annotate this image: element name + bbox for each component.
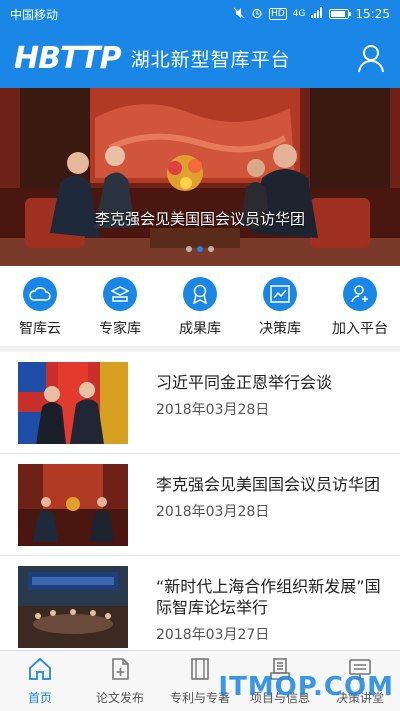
user-icon[interactable] bbox=[356, 43, 386, 73]
banner-carousel[interactable]: 李克强会见美国国会议员访华团 bbox=[0, 88, 400, 266]
quick-nav-think-tank-cloud[interactable]: 智库云 bbox=[0, 266, 80, 346]
network-type: 4G bbox=[292, 9, 306, 19]
signal-icon bbox=[311, 7, 323, 21]
carousel-dot-active[interactable] bbox=[197, 246, 203, 252]
document-add-icon bbox=[107, 657, 133, 685]
quick-nav-label: 加入平台 bbox=[332, 321, 388, 337]
app-title: 湖北新型智库平台 bbox=[130, 48, 291, 71]
tab-decision-lectures[interactable]: 决策讲堂 bbox=[320, 651, 400, 711]
cloud-icon bbox=[23, 277, 57, 311]
quick-nav-label: 成果库 bbox=[179, 321, 221, 337]
status-icons: HD 4G 15:25 bbox=[233, 7, 390, 22]
app-logo: HBTTP bbox=[14, 40, 122, 76]
add-user-icon bbox=[343, 277, 377, 311]
quick-nav-label: 专家库 bbox=[99, 321, 141, 337]
clock: 15:25 bbox=[355, 7, 390, 21]
expert-icon bbox=[103, 277, 137, 311]
news-item[interactable]: 习近平同金正恩举行会谈 2018年03月28日 bbox=[0, 352, 400, 454]
carrier-label: 中国移动 bbox=[10, 7, 59, 22]
news-item[interactable]: 李克强会见美国国会议员访华团 2018年03月28日 bbox=[0, 454, 400, 556]
news-title: “新时代上海合作组织新发展”国际智库论坛举行 bbox=[156, 577, 381, 617]
quick-nav-join[interactable]: 加入平台 bbox=[320, 266, 400, 346]
project-icon bbox=[267, 657, 293, 685]
news-thumbnail bbox=[18, 566, 128, 648]
news-thumbnail bbox=[18, 362, 128, 444]
status-bar: 中国移动 HD 4G 15:25 bbox=[0, 0, 400, 28]
news-list: 习近平同金正恩举行会谈 2018年03月28日 李克强会见美国国会议员访华团 2… bbox=[0, 352, 400, 650]
tab-projects-info[interactable]: 项目与信息 bbox=[240, 651, 320, 711]
news-date: 2018年03月27日 bbox=[156, 627, 270, 643]
tab-label: 专利与专著 bbox=[169, 691, 230, 705]
bottom-tab-bar: 首页 论文发布 专利与专著 项目与信息 决策讲堂 bbox=[0, 650, 400, 711]
news-title: 习近平同金正恩举行会谈 bbox=[156, 373, 333, 392]
quick-nav: 智库云 专家库 成果库 决策库 加入平台 bbox=[0, 266, 400, 346]
carousel-dots bbox=[0, 246, 400, 252]
news-date: 2018年03月28日 bbox=[156, 402, 270, 418]
battery-icon bbox=[329, 9, 352, 19]
quick-nav-label: 决策库 bbox=[259, 321, 301, 337]
tab-label: 首页 bbox=[27, 691, 52, 705]
news-item[interactable]: “新时代上海合作组织新发展”国际智库论坛举行 2018年03月27日 bbox=[0, 556, 400, 650]
lecture-icon bbox=[347, 657, 373, 685]
banner-image bbox=[0, 88, 400, 266]
tab-patents-books[interactable]: 专利与专著 bbox=[160, 651, 240, 711]
carousel-dot[interactable] bbox=[186, 246, 192, 252]
book-icon bbox=[187, 657, 213, 685]
hd-badge: HD bbox=[269, 8, 287, 20]
chart-icon bbox=[263, 277, 297, 311]
app-header: HBTTP 湖北新型智库平台 bbox=[0, 28, 400, 88]
tab-label: 项目与信息 bbox=[249, 691, 310, 705]
tab-home[interactable]: 首页 bbox=[0, 651, 80, 711]
news-date: 2018年03月28日 bbox=[156, 504, 270, 520]
quick-nav-label: 智库云 bbox=[19, 321, 61, 337]
mute-icon bbox=[233, 7, 245, 22]
tab-publish-paper[interactable]: 论文发布 bbox=[80, 651, 160, 711]
banner-caption[interactable]: 李克强会见美国国会议员访华团 bbox=[0, 208, 400, 229]
quick-nav-achievements[interactable]: 成果库 bbox=[160, 266, 240, 346]
award-icon bbox=[183, 277, 217, 311]
tab-label: 决策讲堂 bbox=[335, 691, 384, 705]
home-icon bbox=[27, 657, 53, 685]
battery-level bbox=[331, 11, 345, 17]
alarm-icon bbox=[251, 7, 263, 22]
news-thumbnail bbox=[18, 464, 128, 546]
carousel-dot[interactable] bbox=[208, 246, 214, 252]
tab-label: 论文发布 bbox=[95, 691, 144, 705]
news-title: 李克强会见美国国会议员访华团 bbox=[156, 475, 381, 494]
quick-nav-decisions[interactable]: 决策库 bbox=[240, 266, 320, 346]
quick-nav-experts[interactable]: 专家库 bbox=[80, 266, 160, 346]
